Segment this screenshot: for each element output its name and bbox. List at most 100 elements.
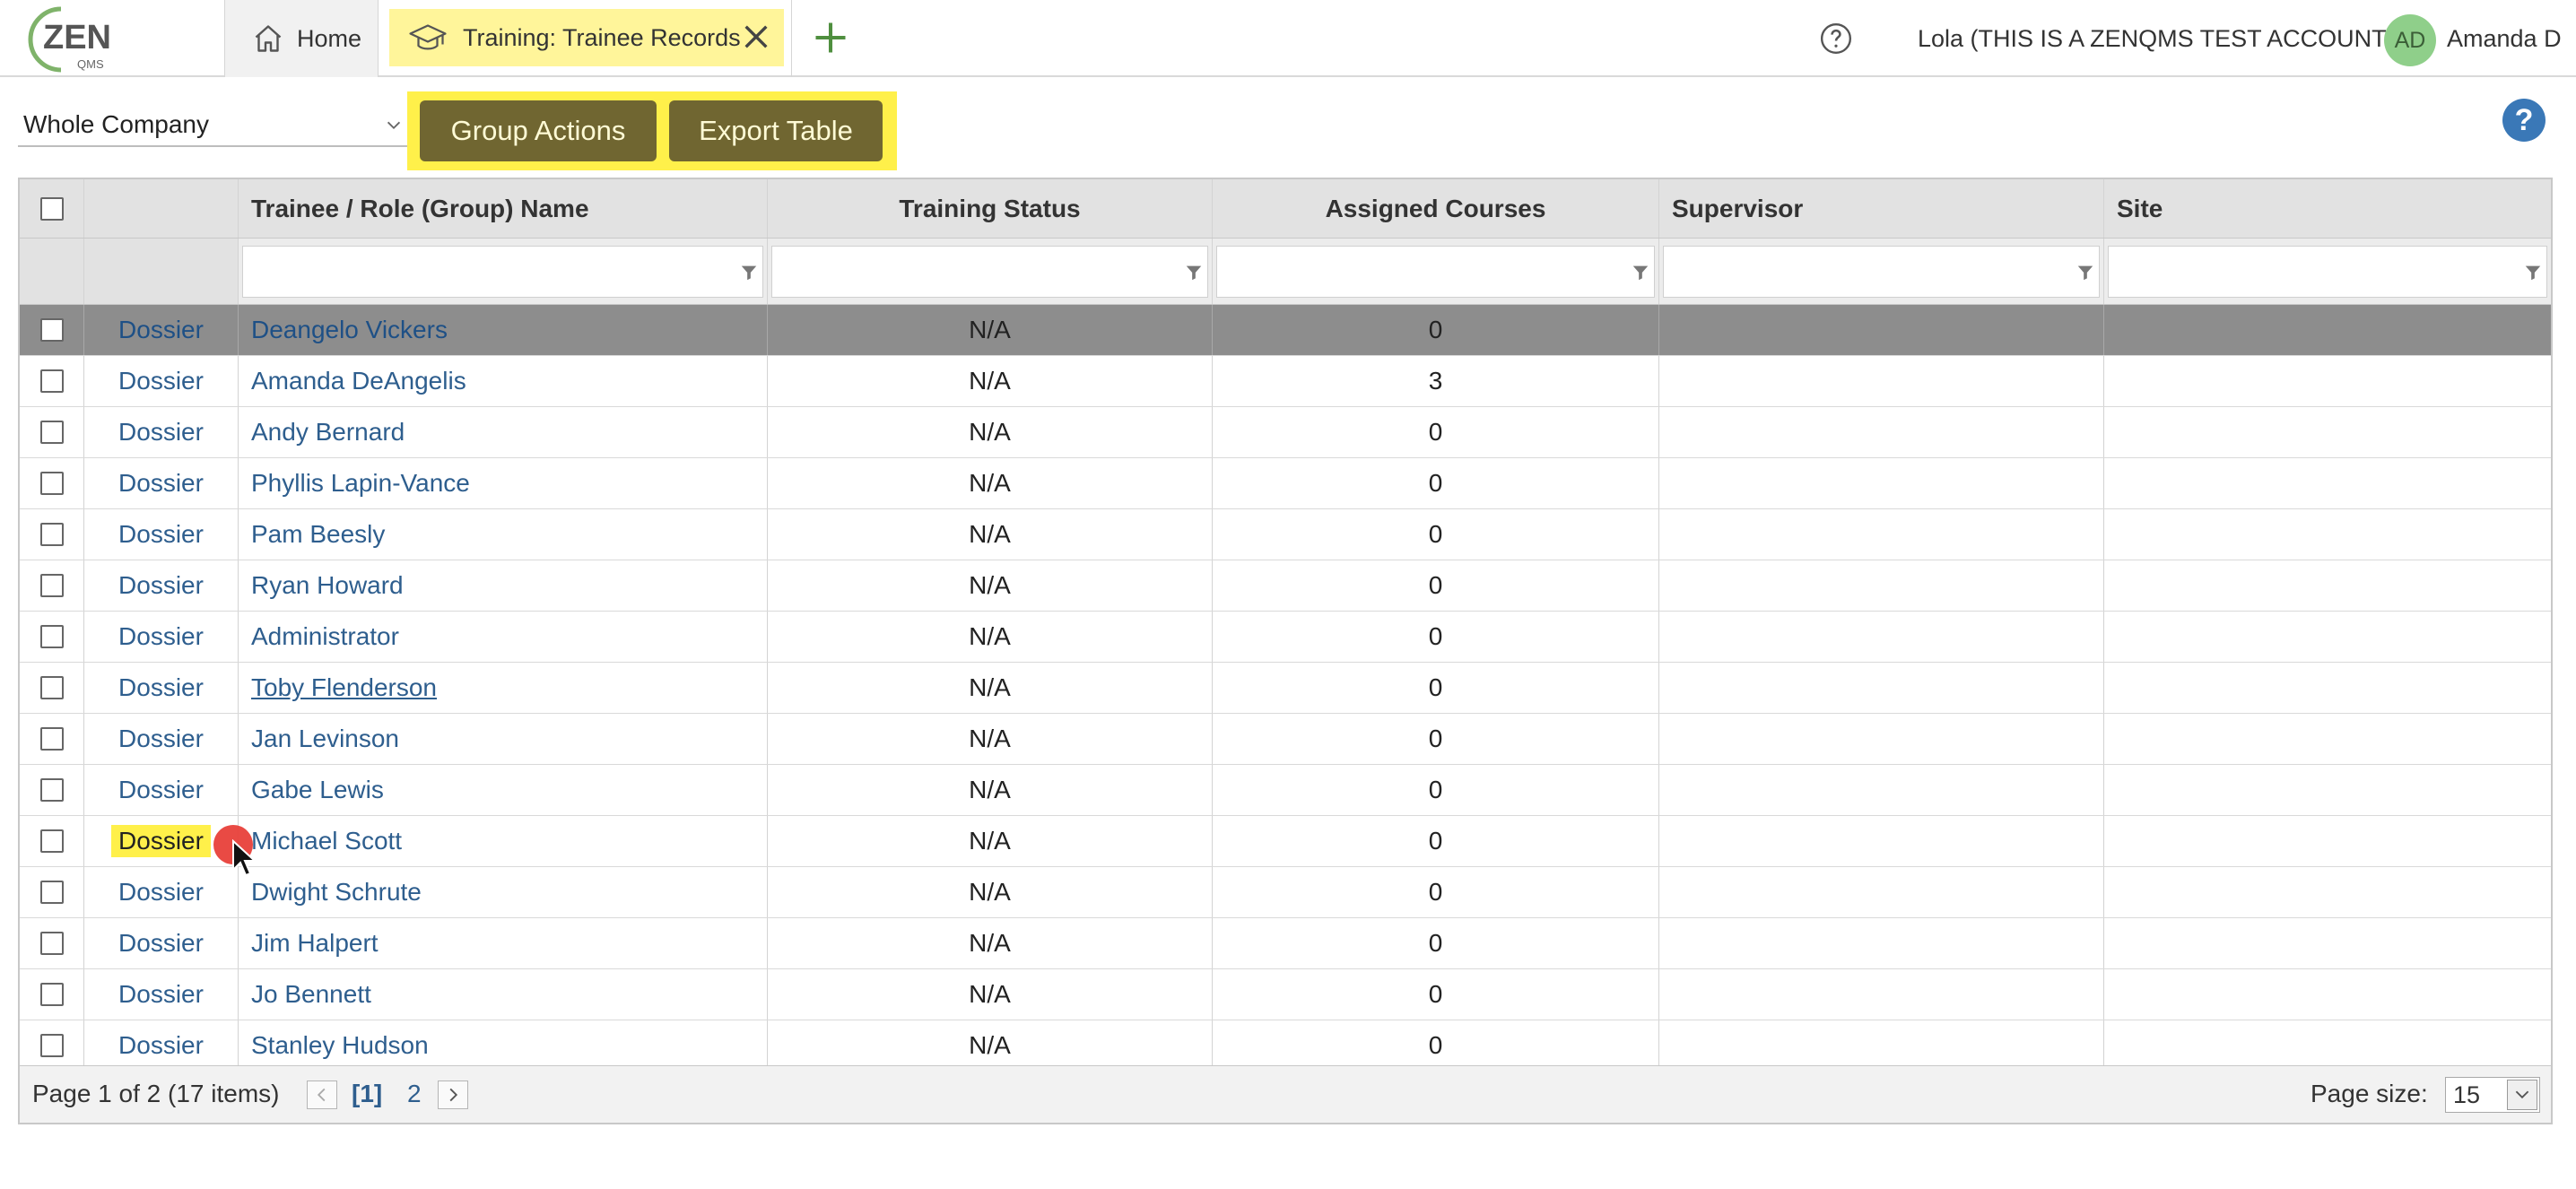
dossier-link[interactable]: Dossier — [111, 825, 211, 857]
row-checkbox[interactable] — [39, 932, 64, 955]
table-row[interactable]: Dossier Toby Flenderson N/A 0 — [20, 663, 2551, 714]
table-row[interactable]: Dossier Amanda DeAngelis N/A 3 — [20, 356, 2551, 407]
filter-icon[interactable] — [2076, 263, 2095, 282]
dossier-link[interactable]: Dossier — [118, 776, 204, 804]
table-row[interactable]: Dossier Jan Levinson N/A 0 — [20, 714, 2551, 765]
table-row[interactable]: Dossier Phyllis Lapin-Vance N/A 0 — [20, 458, 2551, 509]
filter-input-site[interactable] — [2108, 245, 2547, 298]
scope-select[interactable]: Whole Company — [18, 102, 409, 147]
dossier-link[interactable]: Dossier — [118, 725, 204, 753]
table-row[interactable]: Dossier Jo Bennett N/A 0 — [20, 969, 2551, 1020]
trainee-name-link[interactable]: Toby Flenderson — [251, 673, 437, 702]
table-row[interactable]: Dossier Administrator N/A 0 — [20, 612, 2551, 663]
row-checkbox[interactable] — [39, 727, 64, 751]
zenqms-logo[interactable]: ZEN QMS — [18, 2, 126, 74]
table-row[interactable]: Dossier Dwight Schrute N/A 0 — [20, 867, 2551, 918]
table-row[interactable]: Dossier Deangelo Vickers N/A 0 — [20, 305, 2551, 356]
filter-icon[interactable] — [1184, 263, 1204, 282]
help-icon[interactable]: ? — [2502, 99, 2546, 142]
page-size-select[interactable]: 15 — [2445, 1077, 2540, 1113]
account-name[interactable]: Lola (THIS IS A ZENQMS TEST ACCOUNT) — [1918, 0, 2395, 77]
tab-training-trainee-records[interactable]: Training: Trainee Records — [389, 9, 784, 66]
filter-input-supervisor[interactable] — [1663, 245, 2100, 298]
row-checkbox[interactable] — [39, 472, 64, 495]
table-row[interactable]: Dossier Jim Halpert N/A 0 — [20, 918, 2551, 969]
pager-current-page[interactable]: [1] — [352, 1066, 382, 1122]
dossier-link[interactable]: Dossier — [118, 673, 204, 702]
row-checkbox[interactable] — [39, 881, 64, 904]
trainee-name-link[interactable]: Jan Levinson — [251, 725, 399, 753]
filter-input-status[interactable] — [771, 245, 1208, 298]
trainee-name-link[interactable]: Jo Bennett — [251, 980, 371, 1009]
trainee-name-link[interactable]: Stanley Hudson — [251, 1031, 429, 1060]
dossier-link[interactable]: Dossier — [118, 622, 204, 651]
select-all-checkbox[interactable] — [39, 196, 64, 221]
trainee-name-link[interactable]: Administrator — [251, 622, 399, 651]
row-checkbox[interactable] — [39, 983, 64, 1006]
dossier-link[interactable]: Dossier — [118, 520, 204, 549]
row-checkbox[interactable] — [39, 676, 64, 699]
dossier-link[interactable]: Dossier — [118, 878, 204, 907]
dossier-link[interactable]: Dossier — [118, 1031, 204, 1060]
dossier-link[interactable]: Dossier — [118, 571, 204, 600]
table-row[interactable]: Dossier Andy Bernard N/A 0 — [20, 407, 2551, 458]
dossier-link[interactable]: Dossier — [118, 469, 204, 498]
row-checkbox[interactable] — [39, 1034, 64, 1057]
help-circle-icon[interactable] — [1819, 22, 1853, 56]
table-row[interactable]: Dossier Gabe Lewis N/A 0 — [20, 765, 2551, 816]
pager-page-2[interactable]: 2 — [407, 1066, 422, 1122]
row-checkbox[interactable] — [39, 421, 64, 444]
supervisor-cell — [1659, 969, 2104, 1020]
dossier-link[interactable]: Dossier — [118, 980, 204, 1009]
dossier-link[interactable]: Dossier — [118, 418, 204, 447]
column-header-site[interactable]: Site — [2104, 179, 2551, 238]
training-status-cell: N/A — [768, 458, 1213, 508]
trainee-name-link[interactable]: Michael Scott — [251, 827, 402, 855]
dossier-link[interactable]: Dossier — [118, 367, 204, 395]
plus-icon[interactable] — [811, 18, 850, 57]
column-header-supervisor[interactable]: Supervisor — [1659, 179, 2104, 238]
column-header-training-status[interactable]: Training Status — [768, 179, 1213, 238]
filter-icon[interactable] — [2523, 263, 2543, 282]
assigned-courses-cell: 0 — [1213, 407, 1659, 457]
chevron-down-icon[interactable] — [2507, 1080, 2537, 1110]
chevron-left-icon[interactable] — [307, 1081, 337, 1109]
trainee-name-link[interactable]: Dwight Schrute — [251, 878, 422, 907]
table-row[interactable]: Dossier Stanley Hudson N/A 0 — [20, 1020, 2551, 1072]
dossier-link[interactable]: Dossier — [118, 929, 204, 958]
trainee-name-link[interactable]: Andy Bernard — [251, 418, 405, 447]
user-name[interactable]: Amanda D — [2447, 0, 2562, 77]
filter-icon[interactable] — [1631, 263, 1650, 282]
avatar[interactable]: AD — [2384, 14, 2436, 66]
tab-active-label: Training: Trainee Records — [463, 23, 741, 51]
row-checkbox[interactable] — [39, 829, 64, 853]
table-row[interactable]: Dossier Michael Scott N/A 0 — [20, 816, 2551, 867]
filter-input-name[interactable] — [242, 245, 763, 298]
trainee-name-link[interactable]: Gabe Lewis — [251, 776, 384, 804]
row-checkbox[interactable] — [39, 318, 64, 342]
row-checkbox[interactable] — [39, 778, 64, 802]
row-checkbox[interactable] — [39, 369, 64, 393]
trainee-name-link[interactable]: Ryan Howard — [251, 571, 404, 600]
tab-home[interactable]: Home — [224, 0, 379, 77]
trainee-name-link[interactable]: Deangelo Vickers — [251, 316, 448, 344]
export-table-button[interactable]: Export Table — [669, 100, 883, 161]
filter-input-courses[interactable] — [1216, 245, 1655, 298]
dossier-link[interactable]: Dossier — [118, 316, 204, 344]
filter-icon[interactable] — [739, 263, 759, 282]
chevron-right-icon[interactable] — [438, 1081, 468, 1109]
trainee-name-link[interactable]: Amanda DeAngelis — [251, 367, 466, 395]
row-checkbox[interactable] — [39, 574, 64, 597]
column-header-name[interactable]: Trainee / Role (Group) Name — [239, 179, 768, 238]
table-row[interactable]: Dossier Ryan Howard N/A 0 — [20, 560, 2551, 612]
column-header-assigned-courses[interactable]: Assigned Courses — [1213, 179, 1659, 238]
trainee-name-link[interactable]: Jim Halpert — [251, 929, 379, 958]
table-row[interactable]: Dossier Pam Beesly N/A 0 — [20, 509, 2551, 560]
trainee-name-link[interactable]: Pam Beesly — [251, 520, 385, 549]
trainee-name-link[interactable]: Phyllis Lapin-Vance — [251, 469, 470, 498]
row-checkbox[interactable] — [39, 625, 64, 648]
row-checkbox[interactable] — [39, 523, 64, 546]
group-actions-button[interactable]: Group Actions — [420, 100, 657, 161]
close-icon[interactable] — [741, 22, 771, 52]
supervisor-cell — [1659, 407, 2104, 457]
